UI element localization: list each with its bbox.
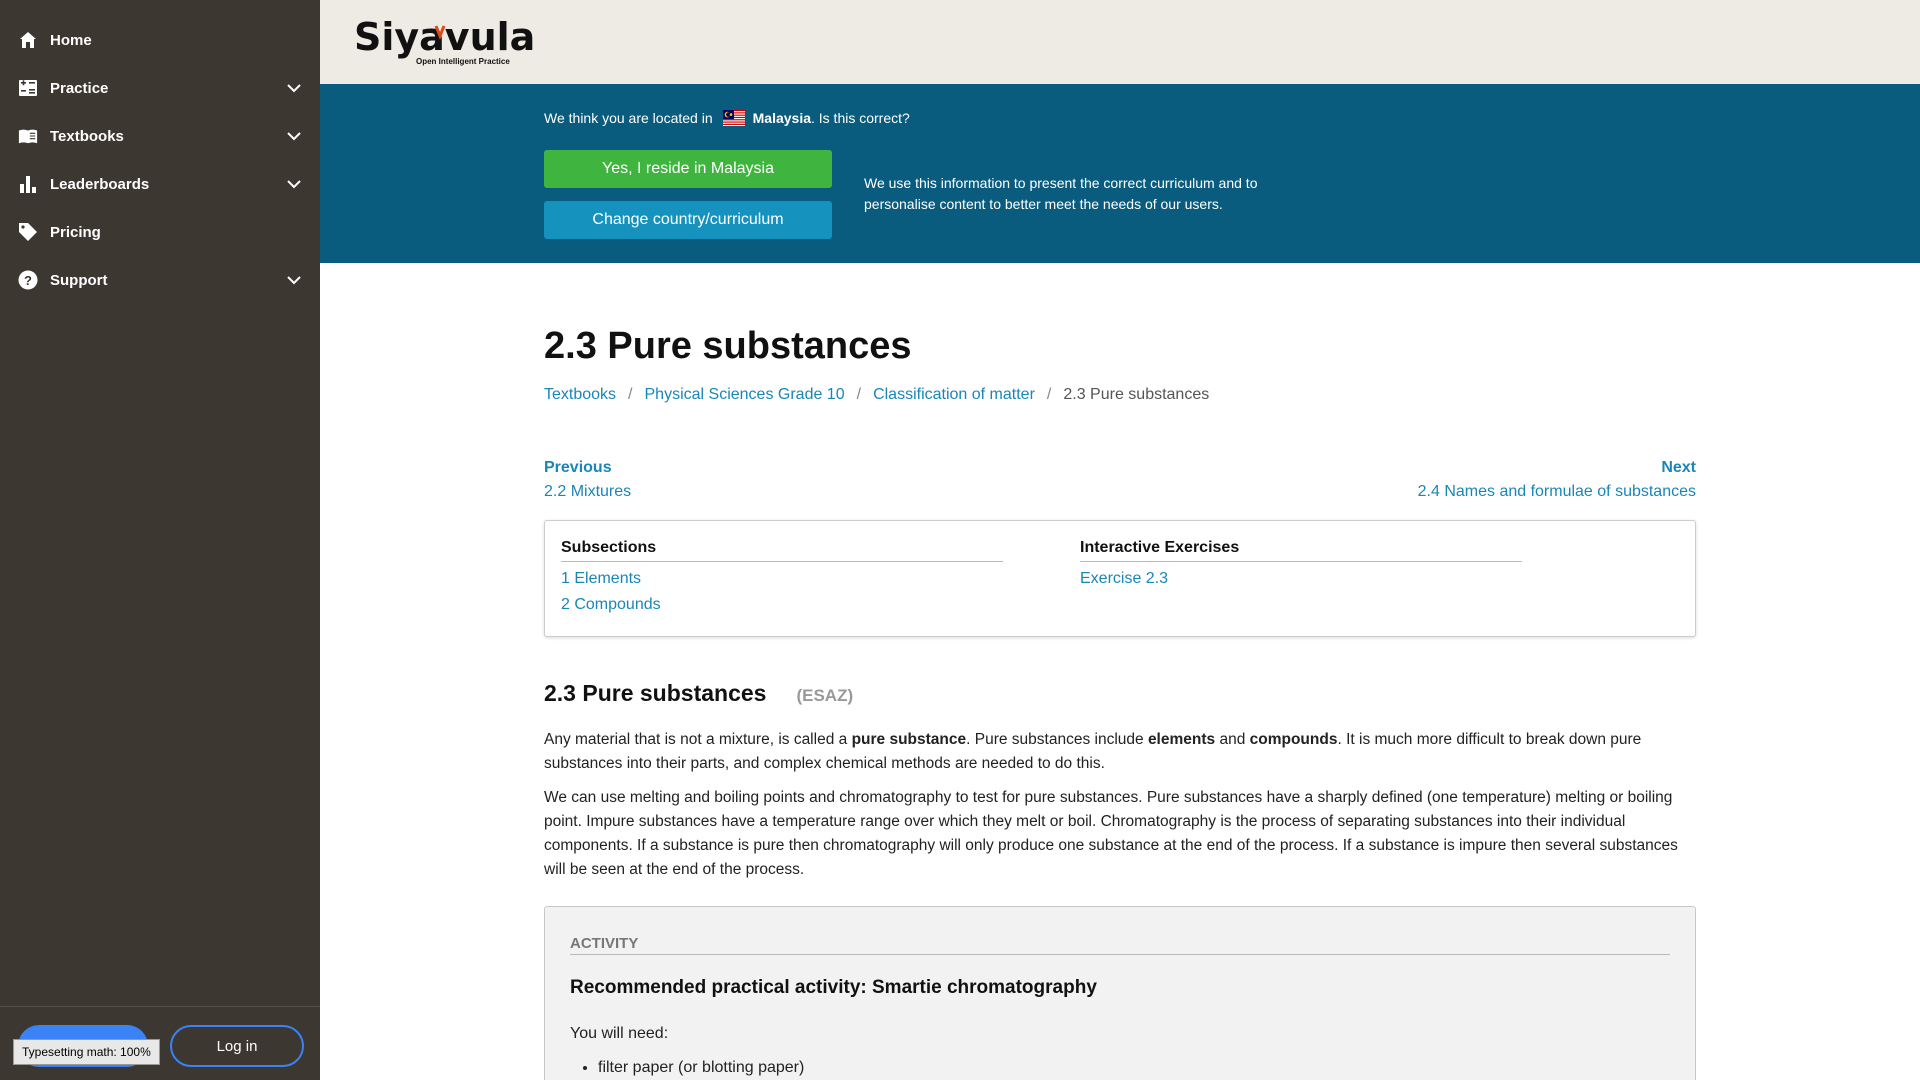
section-title: 2.3 Pure substances (ESAZ) (544, 680, 853, 707)
siyavula-logo[interactable]: Siyavula Open Intelligent Practice (352, 12, 552, 72)
location-info-text: We use this information to present the c… (864, 175, 1258, 212)
svg-text:?: ? (24, 273, 32, 288)
subsections-column: Subsections 1 Elements 2 Compounds (561, 539, 1003, 614)
confirm-country-button[interactable]: Yes, I reside in Malaysia (544, 150, 832, 188)
breadcrumb-current: 2.3 Pure substances (1063, 386, 1210, 403)
sidebar-item-pricing[interactable]: Pricing (0, 208, 320, 256)
materials-list: filter paper (or blotting paper) (598, 1059, 804, 1077)
breadcrumb-separator: / (628, 386, 633, 403)
sidebar-item-practice[interactable]: Practice (0, 64, 320, 112)
paragraph-intro: Any material that is not a mixture, is c… (544, 728, 1696, 776)
top-header: Siyavula Open Intelligent Practice (320, 0, 1920, 84)
section-title-text: 2.3 Pure substances (544, 680, 767, 706)
page-title: 2.3 Pure substances (544, 325, 912, 367)
chevron-down-icon[interactable] (286, 128, 302, 144)
login-button[interactable]: Log in (170, 1025, 304, 1067)
location-country: Malaysia (752, 110, 811, 126)
next-title[interactable]: 2.4 Names and formulae of substances (1418, 480, 1696, 504)
term-elements: elements (1147, 731, 1216, 748)
logo-tagline: Open Intelligent Practice (416, 57, 510, 66)
sidebar-item-support[interactable]: ? Support (0, 256, 320, 304)
chevron-down-icon[interactable] (286, 176, 302, 192)
exercises-heading: Interactive Exercises (1080, 539, 1522, 562)
activity-heading: ACTIVITY (570, 935, 1670, 955)
term-pure-substance: pure substance (851, 731, 967, 748)
sidebar-item-label: Home (50, 31, 92, 49)
previous-title[interactable]: 2.2 Mixtures (544, 480, 631, 504)
sidebar-item-label: Support (50, 271, 108, 289)
help-icon: ? (18, 270, 38, 290)
breadcrumb: Textbooks / Physical Sciences Grade 10 /… (544, 386, 1209, 404)
sidebar-item-home[interactable]: Home (0, 16, 320, 64)
change-country-button[interactable]: Change country/curriculum (544, 201, 832, 239)
sidebar-item-label: Pricing (50, 223, 101, 241)
activity-title: Recommended practical activity: Smartie … (570, 977, 1097, 998)
sidebar: Home Practice Textbooks Leaderboards Pri… (0, 0, 320, 1080)
logo-wordmark: Siyavula (354, 15, 535, 59)
sidebar-footer: Log in Typesetting math: 100% (0, 1006, 320, 1080)
next-label: Next (1661, 459, 1696, 476)
section-code: (ESAZ) (796, 686, 854, 705)
term-compounds: compounds (1249, 731, 1338, 748)
sidebar-item-label: Practice (50, 79, 109, 97)
tag-icon (18, 222, 38, 242)
book-icon (18, 126, 38, 146)
next-link[interactable]: Next 2.4 Names and formulae of substance… (1418, 456, 1696, 504)
sidebar-item-leaderboards[interactable]: Leaderboards (0, 160, 320, 208)
sidebar-item-label: Leaderboards (50, 175, 150, 193)
previous-link[interactable]: Previous 2.2 Mixtures (544, 456, 631, 504)
text-run: . Pure substances include (966, 731, 1148, 748)
previous-label: Previous (544, 459, 612, 476)
table-of-contents: Subsections 1 Elements 2 Compounds Inter… (544, 520, 1696, 637)
breadcrumb-textbooks[interactable]: Textbooks (544, 386, 616, 404)
subsection-link-compounds[interactable]: 2 Compounds (561, 596, 1003, 614)
practice-icon (18, 78, 38, 98)
chevron-down-icon[interactable] (286, 80, 302, 96)
location-question-suffix: . Is this correct? (811, 110, 910, 126)
home-icon (18, 30, 38, 50)
activity-box: ACTIVITY Recommended practical activity:… (544, 906, 1696, 1080)
breadcrumb-separator: / (856, 386, 862, 403)
exercises-column: Interactive Exercises Exercise 2.3 (1080, 539, 1522, 588)
malaysia-flag-icon (722, 110, 745, 126)
sidebar-item-label: Textbooks (50, 127, 124, 145)
bar-chart-icon (18, 174, 38, 194)
text-run: and (1215, 731, 1250, 748)
breadcrumb-separator: / (1046, 386, 1052, 403)
list-item: filter paper (or blotting paper) (598, 1059, 804, 1077)
typesetting-tooltip: Typesetting math: 100% (13, 1039, 160, 1065)
chevron-down-icon[interactable] (286, 272, 302, 288)
paragraph-testing: We can use melting and boiling points an… (544, 789, 1678, 878)
subsections-heading: Subsections (561, 539, 1003, 562)
location-banner: We think you are located in Malaysia. Is… (320, 84, 1920, 263)
breadcrumb-chapter[interactable]: Classification of matter (873, 386, 1035, 404)
exercise-link[interactable]: Exercise 2.3 (1080, 570, 1522, 588)
sidebar-item-textbooks[interactable]: Textbooks (0, 112, 320, 160)
subsection-link-elements[interactable]: 1 Elements (561, 570, 1003, 588)
activity-need-label: You will need: (570, 1025, 669, 1042)
text-run: Any material that is not a mixture, is c… (544, 731, 852, 748)
location-question: We think you are located in Malaysia. Is… (544, 110, 910, 126)
breadcrumb-grade[interactable]: Physical Sciences Grade 10 (645, 386, 845, 404)
location-question-prefix: We think you are located in (544, 110, 713, 126)
